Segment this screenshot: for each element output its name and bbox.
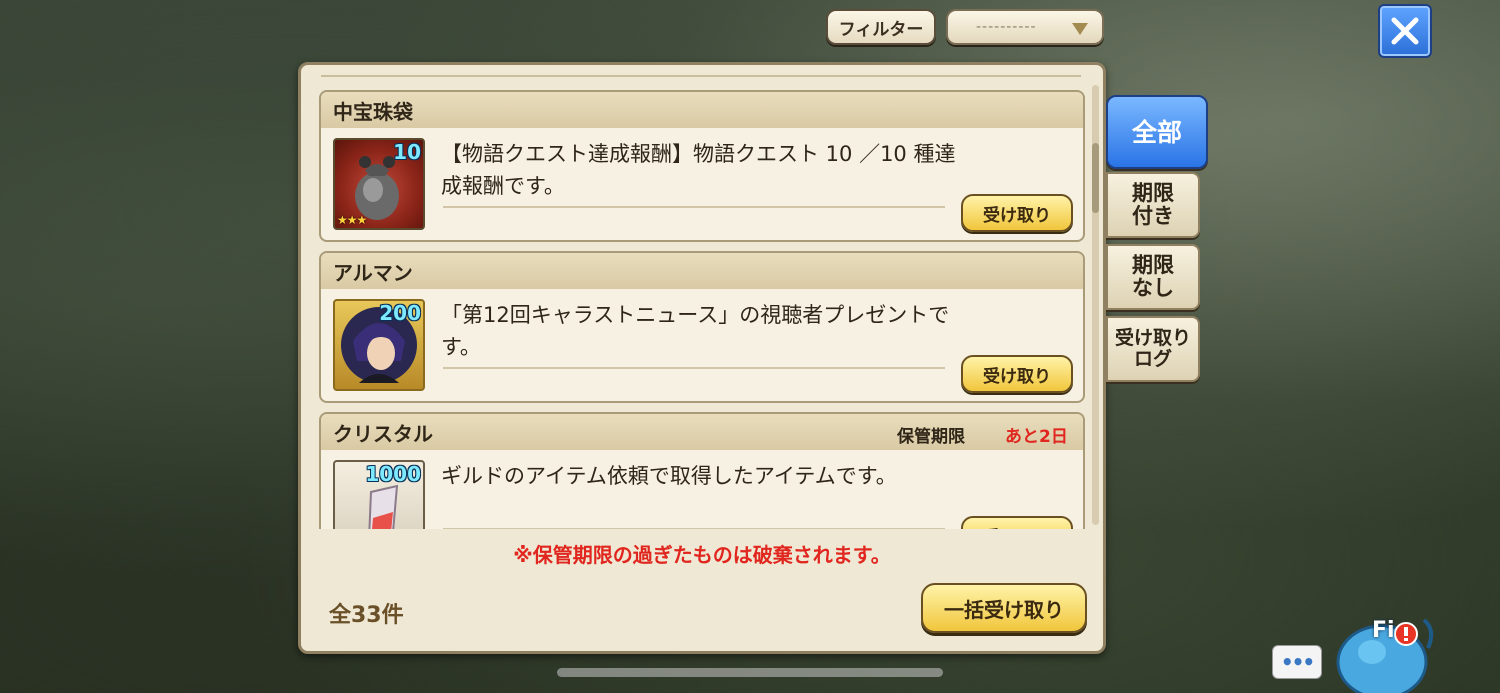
claim-button[interactable]: 受け取り xyxy=(961,355,1073,393)
tab-claim-log[interactable]: 受け取り ログ xyxy=(1106,316,1200,382)
item-name: アルマン xyxy=(321,253,1083,289)
item-name: クリスタル 保管期限 あと2日 xyxy=(321,414,1083,450)
present-box-panel: 中宝珠袋 10 ★★★ 【物語クエスト達成報酬】物語クエスト 10 ／10 種達… xyxy=(298,62,1106,654)
claim-button[interactable]: 受け取り xyxy=(961,516,1073,529)
divider xyxy=(443,367,945,369)
item-description: 「第12回キャラストニュース」の視聴者プレゼントです。 xyxy=(441,303,950,359)
mascot-notification-button[interactable]: Fi xyxy=(1332,600,1442,693)
list-item: 中宝珠袋 10 ★★★ 【物語クエスト達成報酬】物語クエスト 10 ／10 種達… xyxy=(319,90,1085,242)
item-name: 中宝珠袋 xyxy=(321,92,1083,128)
total-count: 全33件 xyxy=(329,603,404,628)
mascot-icon xyxy=(1336,618,1434,693)
home-indicator xyxy=(557,668,943,677)
present-list[interactable]: 中宝珠袋 10 ★★★ 【物語クエスト達成報酬】物語クエスト 10 ／10 種達… xyxy=(315,75,1087,529)
filter-button[interactable]: フィルター xyxy=(826,9,936,45)
jewel-bag-icon: 10 ★★★ xyxy=(333,138,425,230)
item-description: ギルドのアイテム依頼で取得したアイテムです。 xyxy=(441,464,897,488)
item-description: 【物語クエスト達成報酬】物語クエスト 10 ／10 種達成報酬です。 xyxy=(441,142,956,198)
list-item: アルマン 200 「第12回キャラストニュース」の視聴者プレゼントです。 受け取… xyxy=(319,251,1085,403)
divider xyxy=(443,206,945,208)
list-scrollbar[interactable] xyxy=(1092,85,1099,525)
claim-button[interactable]: 受け取り xyxy=(961,194,1073,232)
tab-no-limit[interactable]: 期限 なし xyxy=(1106,244,1200,310)
divider xyxy=(443,528,945,529)
mascot-label: Fi xyxy=(1372,618,1395,643)
tab-with-limit[interactable]: 期限 付き xyxy=(1106,172,1200,238)
list-item: クリスタル 保管期限 あと2日 1000 ギルドのアイテム依頼で取得したアイテム… xyxy=(319,412,1085,529)
item-quantity: 200 xyxy=(379,301,421,325)
crystal-icon: 1000 xyxy=(333,460,425,529)
close-icon xyxy=(1391,17,1419,45)
character-portrait-icon: 200 xyxy=(333,299,425,391)
item-quantity: 1000 xyxy=(365,462,421,486)
rarity-stars: ★★★ xyxy=(337,213,367,227)
storage-limit-label: 保管期限 xyxy=(897,427,965,447)
storage-limit-value: あと2日 xyxy=(1005,427,1068,447)
chat-bubble-icon: ••• xyxy=(1280,650,1315,674)
item-quantity: 10 xyxy=(393,140,421,164)
chat-button[interactable]: ••• xyxy=(1272,645,1322,679)
tab-all[interactable]: 全部 xyxy=(1106,95,1208,169)
chevron-down-icon xyxy=(1072,23,1088,35)
filter-dropdown-value: ---------- xyxy=(976,19,1037,35)
scrollbar-thumb[interactable] xyxy=(1092,143,1099,213)
bulk-claim-button[interactable]: 一括受け取り xyxy=(921,583,1087,633)
expiry-warning: ※保管期限の過ぎたものは破棄されます。 xyxy=(513,543,891,567)
list-top-divider xyxy=(321,75,1081,80)
filter-dropdown[interactable]: ---------- xyxy=(946,9,1104,45)
close-button[interactable] xyxy=(1378,4,1432,58)
